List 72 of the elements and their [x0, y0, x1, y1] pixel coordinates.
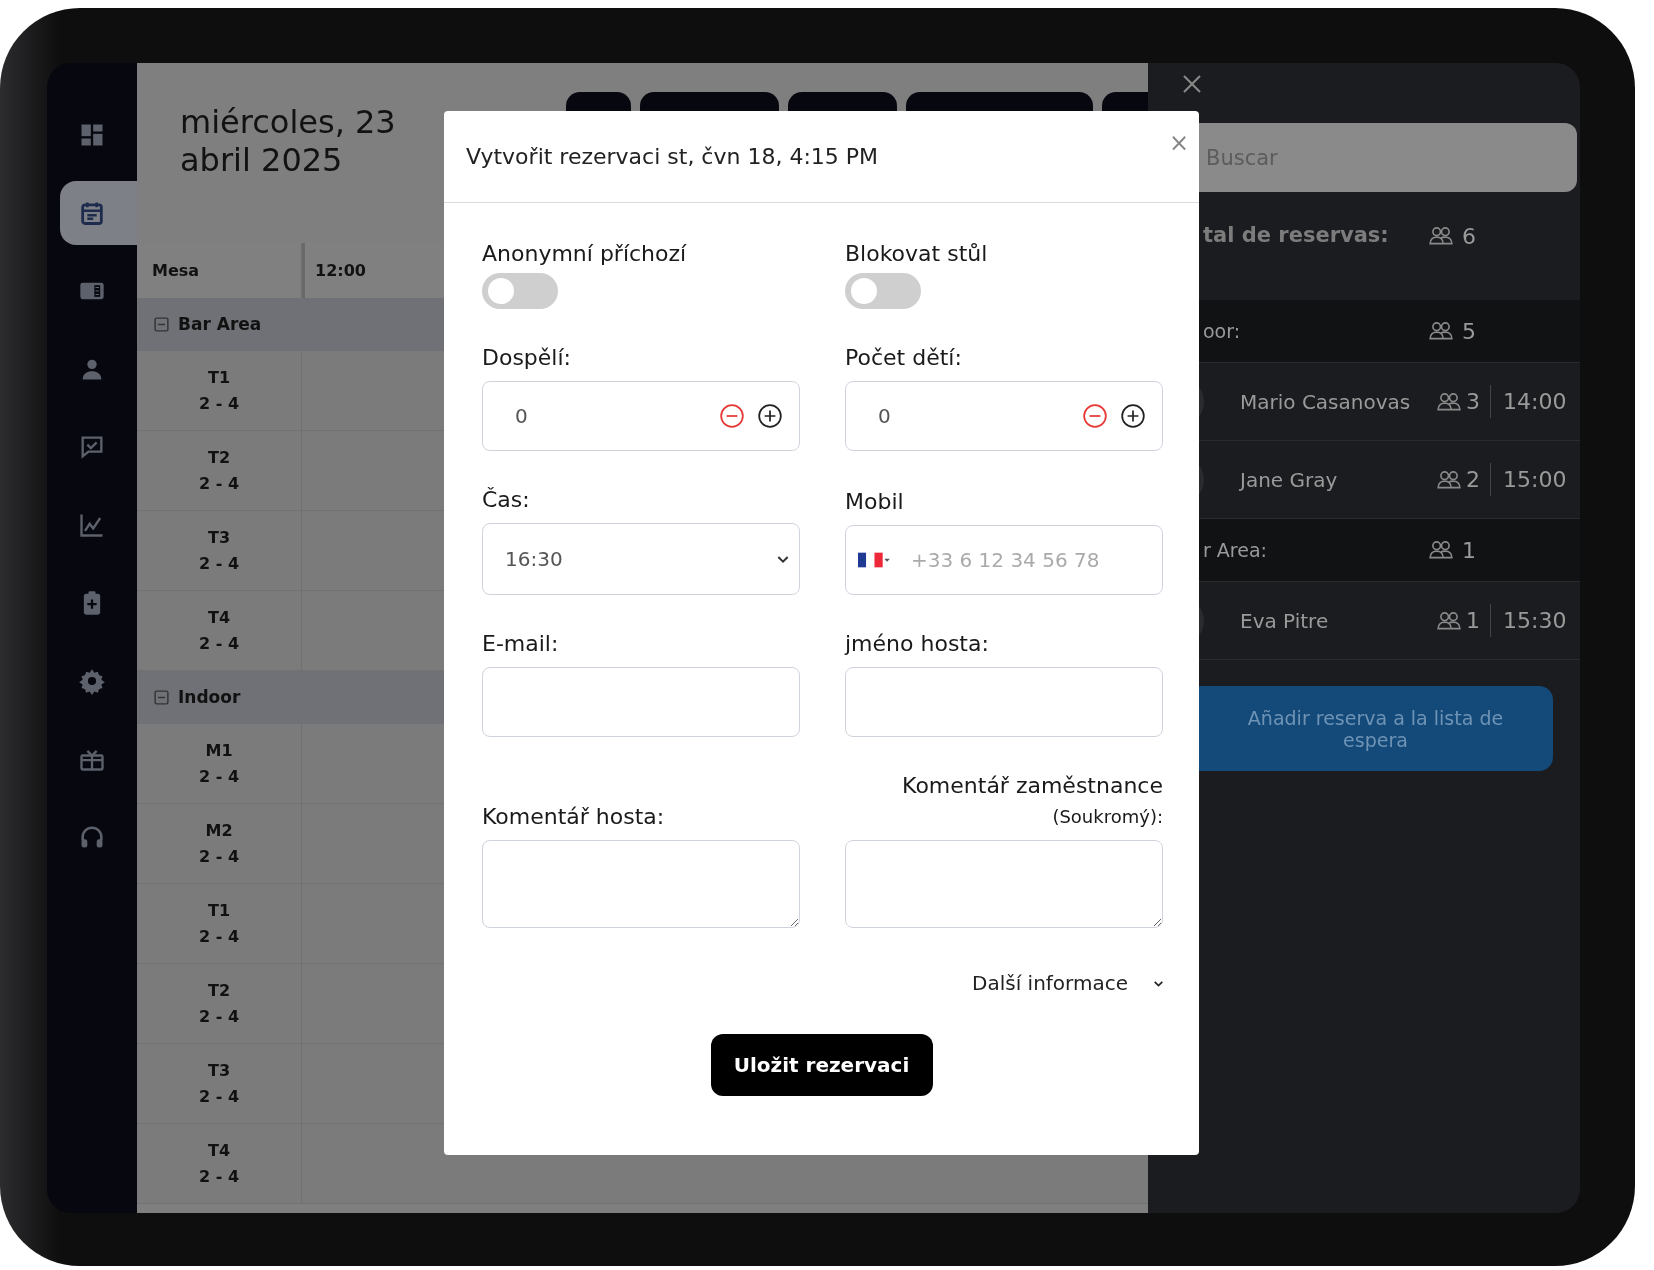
- table-capacity: 2 - 4: [198, 845, 239, 868]
- table-capacity: 2 - 4: [198, 1005, 239, 1028]
- guest-count: 2: [1466, 463, 1491, 496]
- number-field[interactable]: 0: [482, 381, 800, 451]
- guest-name[interactable]: Mario Casanovas: [1240, 386, 1436, 417]
- table-name: T2: [207, 979, 230, 1002]
- text-field[interactable]: [482, 667, 800, 737]
- field-label: Mobil: [845, 488, 905, 516]
- save-button[interactable]: Uložit rezervaci: [710, 1034, 933, 1096]
- number-field[interactable]: 0: [845, 381, 1163, 451]
- field-label: Počet dětí:: [845, 344, 963, 372]
- guest-name[interactable]: Jane Gray: [1240, 464, 1436, 495]
- table-capacity: 2 - 4: [198, 392, 239, 415]
- table-name: M2: [205, 819, 233, 842]
- table-capacity: 2 - 4: [198, 1165, 239, 1188]
- time-select[interactable]: 16:30: [482, 523, 800, 595]
- section-name: r Area:: [1203, 537, 1268, 563]
- more-info-button[interactable]: Další informace: [972, 968, 1165, 998]
- group-name: Indoor: [178, 685, 241, 709]
- headset-icon: [78, 823, 106, 851]
- reservation-time: 15:00: [1503, 466, 1567, 494]
- section-name: oor:: [1203, 318, 1242, 344]
- reservation-time: 15:30: [1503, 607, 1567, 635]
- plus-icon[interactable]: [1120, 403, 1146, 429]
- collapse-icon[interactable]: [153, 316, 170, 333]
- field-label: Dospělí:: [482, 344, 572, 372]
- section-count: 1: [1462, 536, 1476, 565]
- table-name: T1: [207, 899, 230, 922]
- table-capacity: 2 - 4: [198, 1085, 239, 1108]
- phone-field[interactable]: +33 6 12 34 56 78: [845, 525, 1163, 595]
- guest-count: 1: [1466, 604, 1491, 637]
- column-header: 12:00: [315, 259, 366, 282]
- minus-icon[interactable]: [1082, 403, 1108, 429]
- table-capacity: 2 - 4: [198, 472, 239, 495]
- close-button[interactable]: ×: [1164, 131, 1193, 155]
- field-label: jméno hosta:: [845, 630, 990, 658]
- dialog-title: Vytvořit rezervaci st, čvn 18, 4:15 PM: [466, 143, 879, 171]
- table-name: T3: [207, 1059, 230, 1082]
- table-name: T1: [207, 366, 230, 389]
- guest-count: 3: [1466, 385, 1491, 418]
- table-name: T3: [207, 526, 230, 549]
- table-capacity: 2 - 4: [198, 765, 239, 788]
- table-name: M1: [205, 739, 233, 762]
- reservation-time: 14:00: [1503, 388, 1567, 416]
- gear-icon: [78, 667, 106, 695]
- table-capacity: 2 - 4: [198, 552, 239, 575]
- field-label: Komentář zaměstnance (Soukromý):: [901, 772, 1163, 829]
- minus-icon[interactable]: [719, 403, 745, 429]
- toggle-switch[interactable]: [845, 273, 921, 309]
- table-name: T2: [207, 446, 230, 469]
- section-count: 5: [1462, 317, 1476, 346]
- plus-icon[interactable]: [757, 403, 783, 429]
- guest-name[interactable]: Eva Pitre: [1240, 605, 1436, 636]
- field-label: Komentář hosta:: [482, 803, 666, 831]
- toggle-switch[interactable]: [482, 273, 558, 309]
- field-label: Čas:: [482, 486, 531, 514]
- table-capacity: 2 - 4: [198, 632, 239, 655]
- table-capacity: 2 - 4: [198, 925, 239, 948]
- date-title: miércoles, 23 abril 2025: [180, 103, 397, 181]
- collapse-icon[interactable]: [153, 689, 170, 706]
- sidebar-item[interactable]: [60, 181, 137, 245]
- total-label: tal de reservas:: [1203, 222, 1390, 250]
- field-label: E-mail:: [482, 630, 560, 658]
- field-label: Anonymní příchozí: [482, 240, 688, 268]
- column-header: Mesa: [152, 259, 200, 282]
- field-label: Blokovat stůl: [845, 240, 989, 268]
- table-name: T4: [207, 606, 230, 629]
- table-name: T4: [207, 1139, 230, 1162]
- total-count: 6: [1462, 222, 1476, 251]
- group-name: Bar Area: [178, 312, 262, 336]
- phone-input[interactable]: +33 6 12 34 56 78: [908, 544, 1150, 576]
- text-field[interactable]: [845, 667, 1163, 737]
